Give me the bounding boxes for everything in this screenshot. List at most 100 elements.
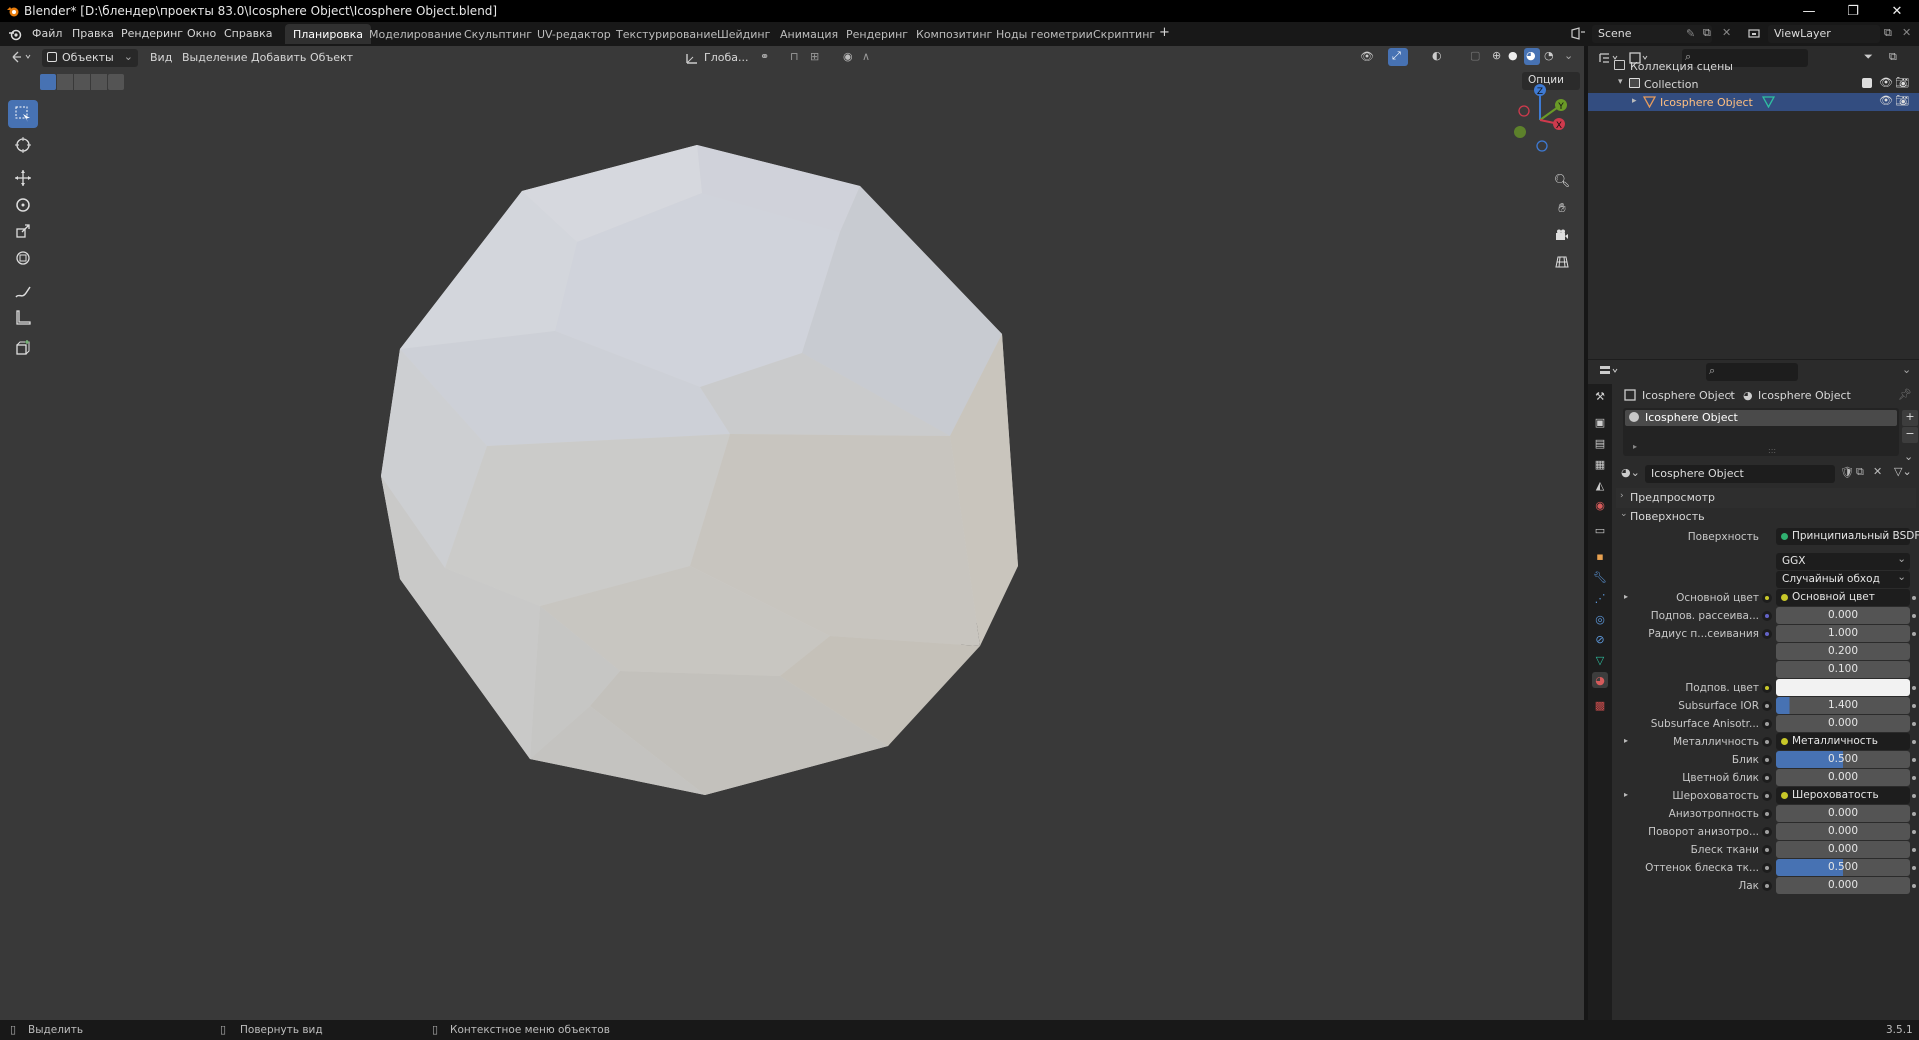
tab-collection-icon[interactable]: ▭ [1592, 522, 1608, 538]
keyframe-icon[interactable] [1912, 866, 1916, 870]
outliner-row-collection[interactable]: ▾ Collection 👁︎ 📷︎ [1588, 75, 1919, 93]
tab-geometry-nodes[interactable]: Ноды геометрии [988, 24, 1101, 44]
socket-icon[interactable] [1762, 863, 1772, 873]
shader-input-field[interactable]: 0.100 [1776, 661, 1910, 678]
socket-icon[interactable] [1762, 611, 1772, 621]
tab-compositing[interactable]: Композитинг [908, 24, 1000, 44]
exclude-checkbox[interactable] [1862, 78, 1872, 88]
blender-menu-icon[interactable] [8, 27, 22, 41]
minimize-button[interactable]: — [1787, 0, 1831, 22]
camera-view-button[interactable] [1551, 224, 1573, 246]
tab-data-icon[interactable]: ▽ [1592, 652, 1608, 668]
surface-panel-header[interactable]: ⌄ Поверхность [1616, 507, 1916, 527]
shader-input-field[interactable]: 0.000 [1776, 769, 1910, 786]
remove-slot-button[interactable]: − [1902, 427, 1918, 443]
zoom-button[interactable]: 🔍︎ [1551, 170, 1573, 192]
keyframe-icon[interactable] [1912, 848, 1916, 852]
outliner-row-icosphere[interactable]: ▸ Icosphere Object 👁︎ 📷︎ [1588, 93, 1919, 111]
keyframe-icon[interactable] [1912, 704, 1916, 708]
socket-icon[interactable] [1762, 701, 1772, 711]
perspective-toggle-button[interactable] [1551, 251, 1573, 273]
properties-editor-type-icon[interactable] [1598, 364, 1620, 378]
view-layer-icon[interactable] [1747, 27, 1761, 41]
tab-particles-icon[interactable]: ⋰ [1592, 590, 1608, 606]
shader-input-field[interactable]: 0.000 [1776, 841, 1910, 858]
camera-render-icon[interactable]: 📷︎ [1895, 94, 1909, 107]
keyframe-icon[interactable] [1912, 812, 1916, 816]
socket-icon[interactable] [1762, 737, 1772, 747]
expand-arrow-icon[interactable]: ▸ [1624, 736, 1628, 745]
tab-output-icon[interactable]: ▤ [1592, 435, 1608, 451]
eye-icon[interactable]: 👁︎ [1879, 76, 1893, 89]
socket-icon[interactable] [1762, 683, 1772, 693]
tab-physics-icon[interactable]: ◎ [1592, 611, 1608, 627]
distribution-dropdown[interactable]: GGX ⌄ [1776, 553, 1910, 570]
menu-edit[interactable]: Правка [72, 27, 114, 40]
tab-tool-icon[interactable]: ⚒ [1592, 388, 1608, 404]
shader-input-slider[interactable]: 0.500 [1776, 751, 1910, 768]
tab-texture-icon[interactable]: ▩ [1592, 697, 1608, 713]
view-layer-field[interactable]: ViewLayer [1768, 25, 1880, 43]
tab-object-icon[interactable]: ▪ [1592, 548, 1608, 564]
keyframe-icon[interactable] [1912, 830, 1916, 834]
tab-scene-icon[interactable]: ◭ [1592, 477, 1608, 493]
socket-icon[interactable] [1762, 773, 1772, 783]
tab-sculpting[interactable]: Скульптинг [456, 24, 540, 44]
menu-help[interactable]: Справка [224, 27, 272, 40]
shader-input-slider[interactable]: 0.500 [1776, 859, 1910, 876]
socket-icon[interactable] [1762, 809, 1772, 819]
tab-modeling[interactable]: Моделирование [361, 24, 470, 44]
fake-user-icon[interactable]: 🛡︎ [1840, 466, 1854, 479]
duplicate-material-icon[interactable]: ⧉ [1856, 465, 1864, 479]
color-swatch[interactable] [1776, 679, 1910, 696]
keyframe-icon[interactable] [1912, 758, 1916, 762]
unlink-material-icon[interactable]: ✕ [1873, 465, 1882, 478]
add-workspace-icon[interactable]: + [1159, 25, 1170, 40]
socket-icon[interactable] [1762, 791, 1772, 801]
scene-icon[interactable] [1570, 27, 1586, 41]
menu-window[interactable]: Окно [187, 27, 216, 40]
tab-rendering[interactable]: Рендеринг [838, 24, 916, 44]
close-button[interactable]: ✕ [1875, 0, 1919, 22]
shader-input-field[interactable]: 0.000 [1776, 607, 1910, 624]
shader-input-field[interactable]: 0.200 [1776, 643, 1910, 660]
socket-icon[interactable] [1762, 593, 1772, 603]
chevron-down-icon[interactable]: ⌄ [1902, 363, 1911, 376]
add-slot-button[interactable]: + [1902, 410, 1918, 426]
shader-input-link[interactable]: Металличность [1776, 733, 1910, 750]
material-link-type-icon[interactable]: ▽⌄ [1894, 465, 1912, 478]
tab-render-icon[interactable]: ▣ [1592, 414, 1608, 430]
tab-texture-paint[interactable]: Текстурирование [608, 24, 725, 44]
shader-input-field[interactable]: 0.000 [1776, 805, 1910, 822]
pan-button[interactable]: ✋︎ [1551, 197, 1573, 219]
icosphere-mesh[interactable] [0, 46, 1584, 1020]
subsurface-method-dropdown[interactable]: Случайный обход ⌄ [1776, 571, 1910, 588]
material-slot-row[interactable]: Icosphere Object [1625, 410, 1897, 426]
expand-arrow-icon[interactable]: ▸ [1624, 790, 1628, 799]
tab-constraints-icon[interactable]: ⊘ [1592, 631, 1608, 647]
delete-view-layer-icon[interactable]: ✕ [1902, 26, 1911, 39]
keyframe-icon[interactable] [1912, 686, 1916, 690]
material-browse-icon[interactable]: ◕⌄ [1621, 466, 1640, 479]
socket-icon[interactable] [1762, 827, 1772, 837]
tab-view-layer-icon[interactable]: ▦ [1592, 456, 1608, 472]
new-view-layer-icon[interactable]: ⧉ [1884, 26, 1892, 40]
shader-input-link[interactable]: Шероховатость [1776, 787, 1910, 804]
outliner-row-scene-collection[interactable]: Коллекция сцены [1588, 57, 1919, 75]
shader-input-link[interactable]: Основной цвет [1776, 589, 1910, 606]
expand-arrow-icon[interactable]: ▸ [1632, 96, 1637, 106]
shader-input-field[interactable]: 0.000 [1776, 823, 1910, 840]
menu-file[interactable]: Файл [32, 27, 62, 40]
tab-material-icon[interactable]: ◕ [1592, 672, 1608, 688]
expand-arrow-icon[interactable]: ▾ [1618, 77, 1623, 87]
preview-panel-header[interactable]: › Предпросмотр [1616, 488, 1916, 508]
keyframe-icon[interactable] [1912, 614, 1916, 618]
keyframe-icon[interactable] [1912, 776, 1916, 780]
shader-input-field[interactable]: 0.000 [1776, 715, 1910, 732]
shader-input-field[interactable]: 1.000 [1776, 625, 1910, 642]
tab-modifier-icon[interactable]: 🔧︎ [1592, 569, 1608, 585]
camera-render-icon[interactable]: 📷︎ [1895, 76, 1909, 89]
tab-scripting[interactable]: Скриптинг [1085, 24, 1163, 44]
pin-scene-icon[interactable]: ✎ [1686, 27, 1695, 40]
tab-world-icon[interactable]: ◉ [1592, 497, 1608, 513]
